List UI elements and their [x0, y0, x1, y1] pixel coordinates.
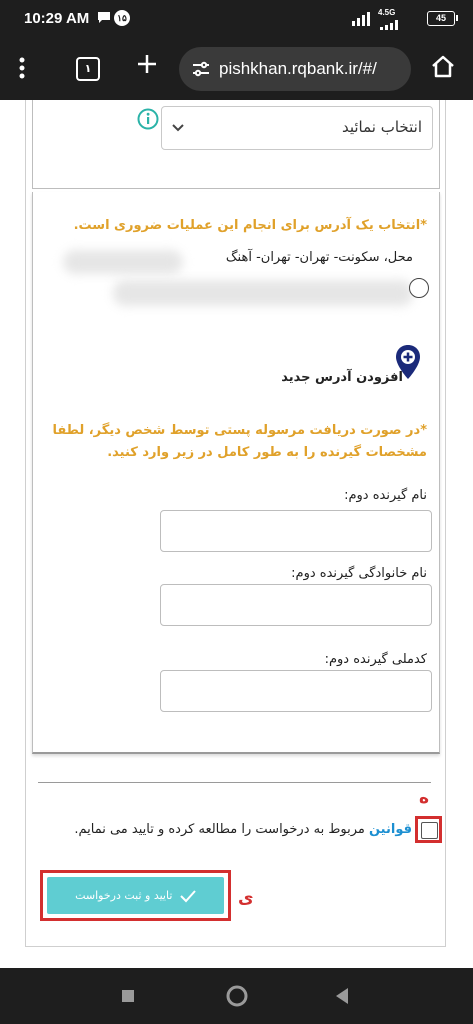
select-value: انتخاب نمائید	[341, 118, 422, 136]
national-code-input[interactable]	[160, 670, 432, 712]
signal-2-icon	[380, 17, 402, 35]
numbered-badge-icon: ۱۵	[114, 10, 130, 26]
battery-icon: 45	[427, 11, 458, 26]
terms-checkbox[interactable]	[421, 822, 438, 839]
last-name-input[interactable]	[160, 584, 432, 626]
page-content: انتخاب نمائید *انتخاب یک آدرس برای انجام…	[0, 100, 473, 968]
signal-icon	[352, 10, 374, 31]
url-text: pishkhan.rqbank.ir/#/	[219, 59, 377, 78]
network-type: 4.5G	[378, 8, 396, 17]
submit-button[interactable]: تایید و ثبت درخواست	[47, 877, 224, 914]
annotation-label-ye: ی	[238, 888, 254, 908]
first-name-label: نام گیرنده دوم:	[344, 488, 427, 503]
select-dropdown[interactable]: انتخاب نمائید	[161, 106, 433, 150]
address-option-text: محل، سکونت- تهران- تهران- آهنگ	[225, 250, 413, 265]
status-bar: 10:29 AM ۱۵ 4.5G 45	[0, 0, 473, 38]
annotation-frame-checkbox	[415, 816, 442, 843]
status-time: 10:29 AM	[24, 10, 90, 27]
annotation-label-he: ه	[419, 788, 430, 808]
info-icon[interactable]	[137, 108, 159, 134]
plus-icon[interactable]	[136, 53, 158, 79]
home-nav-icon[interactable]	[225, 984, 249, 1012]
back-icon[interactable]	[333, 986, 351, 1010]
recents-icon[interactable]	[120, 988, 136, 1008]
national-code-label: کدملی گیرنده دوم:	[324, 652, 427, 667]
home-icon[interactable]	[430, 54, 456, 84]
address-bar[interactable]: pishkhan.rqbank.ir/#/	[179, 47, 411, 91]
more-vert-icon[interactable]	[18, 56, 26, 84]
address-radio[interactable]	[409, 278, 429, 298]
browser-toolbar: ۱ pishkhan.rqbank.ir/#/	[0, 38, 473, 100]
chevron-down-icon	[170, 119, 186, 139]
check-icon	[180, 890, 196, 903]
select-section: انتخاب نمائید	[32, 100, 440, 189]
address-section: *انتخاب یک آدرس برای انجام این عملیات ضر…	[32, 192, 440, 754]
form-card: انتخاب نمائید *انتخاب یک آدرس برای انجام…	[25, 100, 446, 947]
last-name-label: نام خانوادگی گیرنده دوم:	[291, 566, 427, 581]
terms-text: قوانین مربوط به درخواست را مطالعه کرده و…	[60, 817, 412, 843]
divider	[38, 782, 431, 783]
address-required-note: *انتخاب یک آدرس برای انجام این عملیات ضر…	[73, 218, 427, 233]
chat-bubble-icon	[96, 9, 112, 30]
add-address-link[interactable]: افزودن آدرس جدید	[281, 370, 403, 385]
first-name-input[interactable]	[160, 510, 432, 552]
submit-label: تایید و ثبت درخواست	[75, 889, 173, 902]
second-receiver-note: *در صورت دریافت مرسوله پستی توسط شخص دیگ…	[52, 423, 427, 460]
tabs-icon[interactable]: ۱	[76, 57, 100, 81]
system-nav-bar	[0, 968, 473, 1024]
terms-description: مربوط به درخواست را مطالعه کرده و تایید …	[74, 822, 369, 837]
blurred-address-part	[63, 250, 183, 274]
site-settings-icon[interactable]	[191, 59, 211, 83]
annotation-frame-submit: تایید و ثبت درخواست	[40, 870, 231, 921]
blurred-address-line	[113, 280, 413, 306]
terms-link[interactable]: قوانین	[369, 822, 412, 837]
